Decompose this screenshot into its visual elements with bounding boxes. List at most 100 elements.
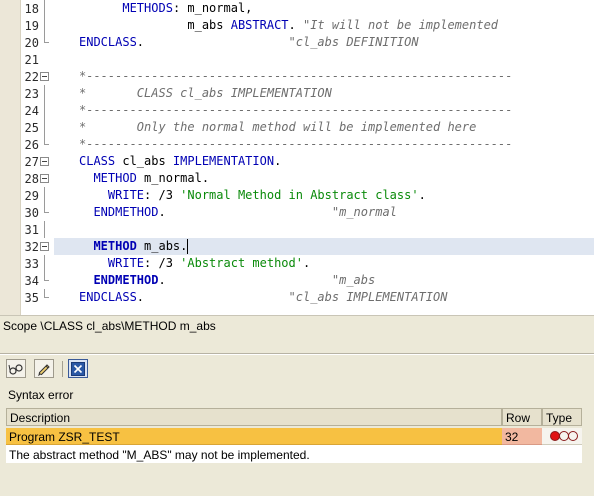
row-number-cell[interactable]: 32 (502, 428, 542, 445)
code-token: m_abs (79, 18, 231, 32)
line-number: 25 (24, 121, 39, 135)
green-lamp-icon (568, 431, 578, 441)
code-text: ENDCLASS. "cl_abs IMPLEMENTATION (79, 290, 447, 305)
code-token: . (136, 35, 289, 49)
fold-collapse-icon[interactable] (39, 170, 53, 187)
code-line[interactable]: 25 * Only the normal method will be imple… (25, 119, 594, 136)
code-keyword: CLASS (79, 154, 116, 168)
fold-end-marker (39, 34, 53, 51)
code-token: . (274, 154, 282, 168)
line-number: 31 (24, 223, 39, 237)
line-number: 33 (24, 257, 39, 271)
code-editor[interactable]: 18 METHODS: m_normal, 19 m_abs ABSTRACT. … (0, 0, 594, 315)
line-number: 35 (24, 291, 39, 305)
code-text: METHODS: m_normal, (79, 1, 252, 16)
line-number: 23 (24, 87, 39, 101)
code-keyword: WRITE (107, 256, 145, 270)
code-comment: "m_normal (331, 205, 397, 219)
code-lines: 18 METHODS: m_normal, 19 m_abs ABSTRACT. … (25, 0, 594, 315)
code-comment: *---------------------------------------… (79, 137, 513, 151)
code-line[interactable]: 20 ENDCLASS. "cl_abs DEFINITION (25, 34, 594, 51)
code-line[interactable]: 21 (25, 51, 594, 68)
program-cell[interactable]: Program ZSR_TEST (6, 428, 502, 445)
current-code-line[interactable]: 32 METHOD m_abs. (25, 238, 594, 255)
code-text: WRITE: /3 'Abstract method'. (79, 256, 310, 271)
code-keyword: ENDCLASS (79, 35, 137, 49)
code-keyword: ABSTRACT (230, 18, 289, 32)
fold-end-marker (39, 204, 53, 221)
code-line[interactable]: 24 *-------------------------------------… (25, 102, 594, 119)
code-line[interactable]: 30 ENDMETHOD. "m_normal (25, 204, 594, 221)
code-text: CLASS cl_abs IMPLEMENTATION. (79, 154, 281, 169)
code-line[interactable]: 29 WRITE: /3 'Normal Method in Abstract … (25, 187, 594, 204)
code-text: *---------------------------------------… (79, 137, 512, 152)
code-text: ENDCLASS. "cl_abs DEFINITION (79, 35, 419, 50)
fold-line-marker (39, 221, 53, 238)
fold-collapse-icon[interactable] (39, 238, 53, 255)
code-keyword: METHODS (122, 1, 173, 15)
line-number: 32 (24, 240, 39, 254)
code-line[interactable]: 28 METHOD m_normal. (25, 170, 594, 187)
edit-button[interactable] (34, 359, 54, 378)
line-number: 29 (24, 189, 39, 203)
column-header-description[interactable]: Description (6, 408, 502, 426)
column-header-row[interactable]: Row (502, 408, 542, 426)
code-text: *---------------------------------------… (79, 103, 512, 118)
syntax-error-panel: Syntax error Description Row Type Progra… (0, 381, 594, 496)
fold-line-marker (39, 119, 53, 136)
code-token: . (418, 188, 426, 202)
line-number: 34 (24, 274, 39, 288)
code-keyword: WRITE (107, 188, 145, 202)
code-line[interactable]: 23 * CLASS cl_abs IMPLEMENTATION (25, 85, 594, 102)
code-text: ENDMETHOD. "m_abs (79, 273, 375, 288)
column-header-type[interactable]: Type (542, 408, 582, 426)
code-line[interactable]: 18 METHODS: m_normal, (25, 0, 594, 17)
close-panel-button[interactable] (68, 359, 88, 378)
code-line[interactable]: 22 *-------------------------------------… (25, 68, 594, 85)
code-line[interactable]: 27 CLASS cl_abs IMPLEMENTATION. (25, 153, 594, 170)
code-keyword: ENDMETHOD (93, 205, 159, 219)
line-number: 18 (24, 2, 39, 16)
code-token: : /3 (144, 256, 181, 270)
error-message-row[interactable]: The abstract method "M_ABS" may not be i… (6, 445, 582, 463)
code-text: * Only the normal method will be impleme… (79, 120, 476, 135)
code-text: WRITE: /3 'Normal Method in Abstract cla… (79, 188, 426, 203)
code-token: : /3 (144, 188, 181, 202)
code-text: *---------------------------------------… (79, 69, 512, 84)
panel-separator[interactable] (0, 335, 594, 354)
type-cell[interactable] (542, 428, 582, 445)
code-comment: "m_abs (331, 273, 376, 287)
code-keyword: IMPLEMENTATION (172, 154, 275, 168)
fold-line-marker (39, 102, 53, 119)
code-token: cl_abs (115, 154, 173, 168)
code-line[interactable]: 35 ENDCLASS. "cl_abs IMPLEMENTATION (25, 289, 594, 306)
code-comment: "cl_abs IMPLEMENTATION (288, 290, 448, 304)
code-text: m_abs ABSTRACT. "It will not be implemen… (79, 18, 498, 33)
fold-collapse-icon[interactable] (39, 68, 53, 85)
line-number: 26 (24, 138, 39, 152)
code-line[interactable]: 31 (25, 221, 594, 238)
line-number: 24 (24, 104, 39, 118)
code-text: METHOD m_normal. (79, 171, 209, 186)
scope-text: Scope \CLASS cl_abs\METHOD m_abs (3, 319, 216, 333)
code-keyword: ENDCLASS (79, 290, 137, 304)
code-line[interactable]: 33 WRITE: /3 'Abstract method'. (25, 255, 594, 272)
panel-title: Syntax error (8, 388, 74, 402)
code-line[interactable]: 19 m_abs ABSTRACT. "It will not be imple… (25, 17, 594, 34)
line-number: 22 (24, 70, 39, 84)
error-panel-toolbar (0, 355, 594, 381)
code-line[interactable]: 26 *-------------------------------------… (25, 136, 594, 153)
fold-collapse-icon[interactable] (39, 153, 53, 170)
line-number: 30 (24, 206, 39, 220)
fold-end-marker (39, 136, 53, 153)
code-comment: "It will not be implemented (302, 18, 499, 32)
editor-left-margin (0, 0, 21, 315)
code-text: ENDMETHOD. "m_normal (79, 205, 397, 220)
code-line[interactable]: 34 ENDMETHOD. "m_abs (25, 272, 594, 289)
display-button[interactable] (6, 359, 26, 378)
